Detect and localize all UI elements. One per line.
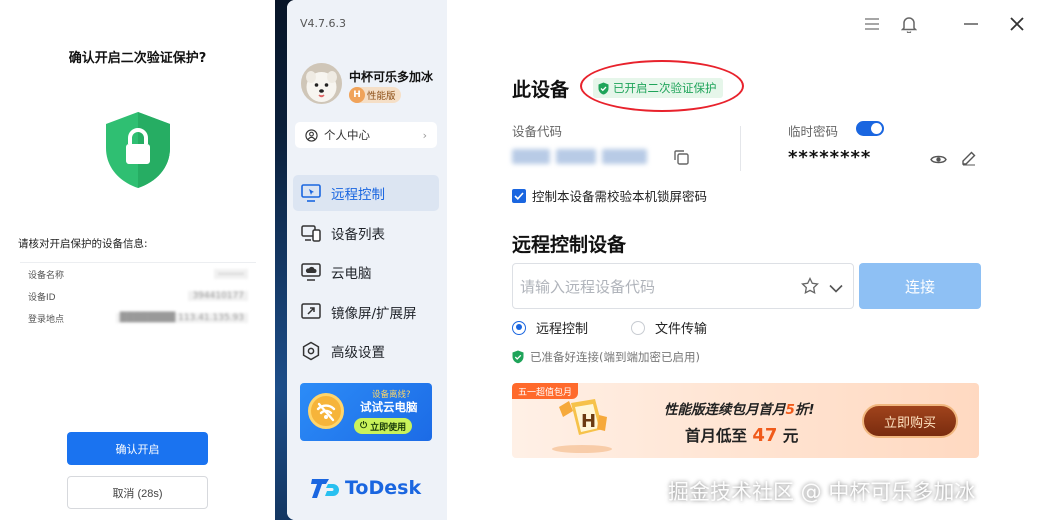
power-icon: ⏻: [360, 421, 368, 431]
info-row-login-location: 登录地点 ████████ 113.41.135.93: [20, 307, 256, 329]
mobile-confirm-panel: 确认开启二次验证保护? 请核对开启保护的设备信息: 设备名称 -------- …: [0, 0, 275, 520]
username: 中杯可乐多加冰: [349, 70, 434, 84]
mode-label: 文件传输: [655, 322, 708, 337]
info-label: 设备ID: [28, 292, 56, 303]
sidebar-item-label: 设备列表: [331, 226, 385, 243]
plan-badge: H 性能版: [349, 87, 401, 103]
mode-remote-control[interactable]: 远程控制: [512, 318, 588, 337]
device-list-icon: [301, 223, 321, 243]
cancel-button[interactable]: 取消 (28s): [67, 476, 208, 509]
settings-icon: [301, 341, 321, 361]
temp-password-label: 临时密码: [788, 124, 839, 139]
logo-text: ToDesk: [345, 477, 422, 499]
main-panel: 此设备 已开启二次验证保护 设备代码 临时密码 ******** 控制本设备需校…: [447, 0, 1045, 520]
remote-code-input[interactable]: 请输入远程设备代码: [512, 263, 854, 309]
avatar[interactable]: [301, 63, 342, 104]
plan-h-icon: H: [349, 87, 365, 103]
remote-control-title: 远程控制设备: [512, 234, 627, 256]
sidebar-item-label: 镜像屏/扩展屏: [331, 305, 417, 322]
highlight-annotation: [580, 60, 744, 112]
sidebar-item-label: 云电脑: [331, 266, 372, 282]
edit-icon[interactable]: [961, 151, 976, 170]
banner-line1-post: 折!: [794, 402, 815, 418]
user-icon: [305, 128, 318, 142]
shield-check-icon: [512, 350, 524, 364]
banner-line1: 性能版连续包月首月5折!: [664, 398, 815, 418]
divider: [740, 126, 741, 171]
eye-icon[interactable]: [930, 151, 947, 170]
lock-screen-checkbox[interactable]: 控制本设备需校验本机锁屏密码: [512, 186, 707, 205]
performance-h-badge-icon: H: [552, 399, 612, 453]
radio-selected-icon: [512, 320, 526, 335]
temp-password-value: ********: [788, 147, 872, 168]
mirror-screen-icon: [301, 302, 321, 322]
lock-screen-label: 控制本设备需校验本机锁屏密码: [532, 189, 708, 204]
banner-line2-post: 元: [777, 427, 799, 445]
connection-ready-status: 已准备好连接(端到端加密已启用): [512, 349, 700, 365]
sidebar-item-mirror-screen[interactable]: 镜像屏/扩展屏: [293, 294, 439, 330]
banner-price: 47: [752, 425, 778, 446]
device-code-value: [512, 146, 657, 166]
personal-center-button[interactable]: 个人中心 ›: [295, 122, 437, 148]
banner-discount: 5: [785, 402, 795, 418]
info-row-device-id: 设备ID 394410177: [20, 285, 256, 307]
cloud-pc-icon: [301, 262, 321, 282]
watermark: 掘金技术社区 @ 中杯可乐多加冰: [668, 480, 976, 504]
remote-control-icon: [301, 183, 321, 203]
wifi-off-icon: [308, 393, 344, 429]
sidebar-item-device-list[interactable]: 设备列表: [293, 215, 439, 251]
info-value: 394410177: [188, 291, 248, 301]
sidebar-nav: 远程控制 设备列表 云电脑 镜像屏/扩展屏 高级设置: [293, 175, 439, 373]
confirm-title: 确认开启二次验证保护?: [68, 51, 207, 66]
todesk-window: V4.7.6.3 中杯可乐多加冰 H 性能版 个人中心 › 远程控制 设备列表 …: [287, 0, 1045, 520]
promo-use-button[interactable]: ⏻ 立即使用: [354, 418, 413, 434]
banner-line2: 首月低至 47 元: [685, 424, 798, 446]
device-code-label: 设备代码: [512, 124, 563, 139]
todesk-logo: ToDesk: [311, 476, 421, 500]
copy-icon[interactable]: [674, 150, 689, 169]
sidebar-item-cloud-pc[interactable]: 云电脑: [293, 254, 439, 290]
this-device-title: 此设备: [512, 79, 570, 101]
app-version: V4.7.6.3: [300, 17, 347, 30]
cloud-pc-promo[interactable]: 设备离线? 试试云电脑 ⏻ 立即使用: [300, 383, 432, 441]
dog-avatar-icon: [301, 63, 342, 104]
sidebar: V4.7.6.3 中杯可乐多加冰 H 性能版 个人中心 › 远程控制 设备列表 …: [287, 0, 447, 520]
ready-text: 已准备好连接(端到端加密已启用): [530, 350, 700, 364]
info-label: 登录地点: [28, 314, 65, 325]
svg-text:H: H: [581, 411, 596, 432]
personal-center-label: 个人中心: [324, 128, 370, 142]
todesk-logo-icon: [311, 479, 339, 498]
shield-lock-icon: [106, 112, 170, 188]
info-row-device-name: 设备名称 --------: [20, 263, 256, 285]
promo-button-label: 立即使用: [370, 422, 407, 433]
temp-password-toggle[interactable]: [856, 121, 884, 136]
mode-label: 远程控制: [536, 322, 589, 337]
sidebar-item-label: 远程控制: [331, 187, 385, 203]
sidebar-item-label: 高级设置: [331, 345, 385, 361]
banner-line1-pre: 性能版连续包月首月: [664, 402, 786, 418]
check-icon: [512, 188, 526, 203]
banner-line2-pre: 首月低至: [685, 427, 753, 445]
plan-label: 性能版: [367, 91, 396, 102]
remote-code-placeholder: 请输入远程设备代码: [520, 277, 656, 296]
verify-info-title: 请核对开启保护的设备信息:: [18, 238, 148, 250]
connect-button[interactable]: 连接: [859, 263, 981, 309]
chevron-down-icon[interactable]: [829, 279, 843, 297]
info-value: --------: [214, 269, 248, 279]
info-label: 设备名称: [28, 270, 65, 281]
buy-now-button[interactable]: 立即购买: [862, 404, 958, 438]
mode-file-transfer[interactable]: 文件传输: [631, 318, 707, 337]
promo-line2: 试试云电脑: [360, 400, 418, 414]
star-icon[interactable]: [801, 276, 819, 299]
confirm-enable-button[interactable]: 确认开启: [67, 432, 208, 465]
promo-banner[interactable]: 五一超值包月 H 性能版连续包月首月5折! 首月低至 47 元 立即购买: [512, 383, 979, 458]
device-info-list: 设备名称 -------- 设备ID 394410177 登录地点 ██████…: [20, 262, 256, 329]
sidebar-item-advanced-settings[interactable]: 高级设置: [293, 333, 439, 369]
sidebar-item-remote-control[interactable]: 远程控制: [293, 175, 439, 211]
info-value: ████████ 113.41.135.93: [115, 313, 248, 323]
chevron-right-icon: ›: [422, 128, 427, 142]
radio-unselected-icon: [631, 320, 645, 335]
